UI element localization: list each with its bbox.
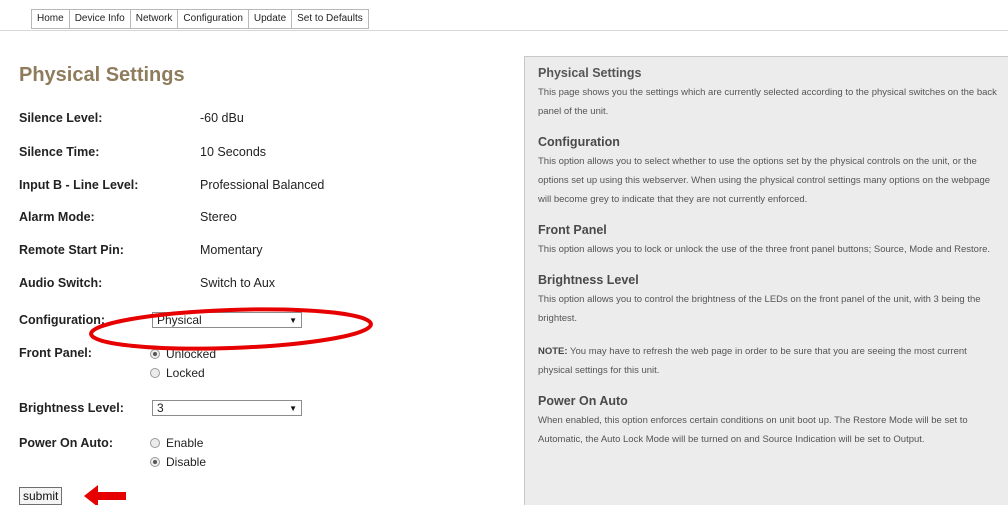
configuration-label: Configuration: bbox=[19, 313, 106, 327]
help-section-configuration: Configuration This option allows you to … bbox=[538, 135, 1008, 209]
field-value: Momentary bbox=[200, 243, 263, 257]
help-text: This option allows you to select whether… bbox=[538, 156, 991, 205]
radio-label: Unlocked bbox=[166, 347, 217, 361]
field-value: 10 Seconds bbox=[200, 145, 267, 159]
radio-label: Locked bbox=[166, 366, 205, 380]
brightness-label: Brightness Level: bbox=[19, 401, 124, 415]
radio-unchecked-icon[interactable] bbox=[150, 438, 160, 448]
page-title: Physical Settings bbox=[19, 64, 185, 86]
radio-unchecked-icon[interactable] bbox=[150, 368, 160, 378]
chevron-down-icon: ▼ bbox=[289, 404, 297, 413]
help-title: Physical Settings bbox=[538, 66, 642, 80]
power-on-auto-option-enable[interactable]: Enable bbox=[150, 435, 203, 451]
field-value: Switch to Aux bbox=[200, 276, 276, 290]
brightness-selected-value: 3 bbox=[157, 401, 164, 415]
note-label: NOTE: bbox=[538, 346, 568, 357]
nav-device-info[interactable]: Device Info bbox=[70, 10, 131, 28]
field-label: Silence Time: bbox=[19, 145, 100, 159]
field-value: -60 dBu bbox=[200, 111, 244, 125]
field-label: Alarm Mode: bbox=[19, 210, 95, 224]
front-panel-label: Front Panel: bbox=[19, 346, 92, 360]
field-value: Stereo bbox=[200, 210, 237, 224]
help-section-brightness-level: Brightness Level This option allows you … bbox=[538, 273, 1008, 328]
front-panel-option-locked[interactable]: Locked bbox=[150, 365, 205, 381]
configuration-selected-value: Physical bbox=[157, 313, 202, 327]
help-section-power-on-auto: Power On Auto When enabled, this option … bbox=[538, 394, 1008, 449]
help-text: This option allows you to control the br… bbox=[538, 294, 981, 324]
nav-home[interactable]: Home bbox=[32, 10, 70, 28]
help-note: NOTE: You may have to refresh the web pa… bbox=[538, 342, 1008, 380]
field-label: Audio Switch: bbox=[19, 276, 103, 290]
power-on-auto-option-disable[interactable]: Disable bbox=[150, 454, 206, 470]
brightness-select[interactable]: 3 ▼ bbox=[152, 400, 302, 416]
top-nav-bar: Home Device Info Network Configuration U… bbox=[0, 0, 1008, 31]
field-label: Remote Start Pin: bbox=[19, 243, 124, 257]
nav-update[interactable]: Update bbox=[249, 10, 293, 28]
power-on-auto-label: Power On Auto: bbox=[19, 436, 113, 450]
radio-checked-icon[interactable] bbox=[150, 349, 160, 359]
help-title: Brightness Level bbox=[538, 273, 639, 287]
help-section-front-panel: Front Panel This option allows you to lo… bbox=[538, 223, 1008, 259]
nav-network[interactable]: Network bbox=[131, 10, 179, 28]
nav-configuration[interactable]: Configuration bbox=[178, 10, 249, 28]
note-body: You may have to refresh the web page in … bbox=[538, 346, 967, 376]
help-text: This option allows you to lock or unlock… bbox=[538, 244, 991, 255]
radio-label: Disable bbox=[166, 455, 207, 469]
help-note-text: NOTE: You may have to refresh the web pa… bbox=[538, 342, 1008, 380]
submit-button[interactable]: submit bbox=[19, 487, 63, 505]
help-title: Configuration bbox=[538, 135, 620, 149]
field-label: Silence Level: bbox=[19, 111, 103, 125]
help-text: When enabled, this option enforces certa… bbox=[538, 415, 968, 445]
help-title: Power On Auto bbox=[538, 394, 628, 408]
radio-checked-icon[interactable] bbox=[150, 457, 160, 467]
help-section-physical-settings: Physical Settings This page shows you th… bbox=[538, 66, 1008, 121]
field-label: Input B - Line Level: bbox=[19, 178, 139, 192]
help-panel: Physical Settings This page shows you th… bbox=[524, 56, 1008, 505]
help-text: This page shows you the settings which a… bbox=[538, 87, 997, 117]
configuration-select[interactable]: Physical ▼ bbox=[152, 312, 302, 328]
help-title: Front Panel bbox=[538, 223, 607, 237]
front-panel-option-unlocked[interactable]: Unlocked bbox=[150, 346, 216, 362]
radio-label: Enable bbox=[166, 436, 204, 450]
red-arrow-icon bbox=[84, 485, 126, 505]
main-nav: Home Device Info Network Configuration U… bbox=[31, 9, 369, 29]
chevron-down-icon: ▼ bbox=[289, 316, 297, 325]
field-value: Professional Balanced bbox=[200, 178, 325, 192]
nav-set-to-defaults[interactable]: Set to Defaults bbox=[292, 10, 369, 28]
